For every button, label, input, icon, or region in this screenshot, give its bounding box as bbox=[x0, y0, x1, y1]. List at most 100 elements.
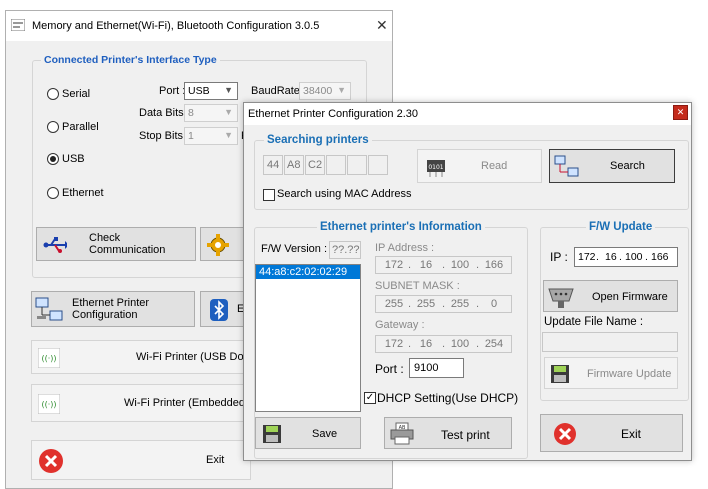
update-file-name-field[interactable] bbox=[542, 332, 678, 352]
databits-select[interactable]: 8 ▼ bbox=[184, 104, 238, 122]
gateway-label: Gateway : bbox=[375, 319, 425, 331]
network-search-icon bbox=[554, 154, 580, 183]
info-group-title: Ethernet printer's Information bbox=[317, 221, 485, 233]
printer-icon: AB bbox=[390, 422, 414, 449]
dhcp-label: DHCP Setting(Use DHCP) bbox=[377, 391, 519, 405]
chevron-down-icon: ▼ bbox=[224, 107, 233, 117]
open-firmware-label: Open Firmware bbox=[592, 291, 668, 303]
open-firmware-button[interactable]: Open Firmware bbox=[543, 280, 678, 312]
port-value: USB bbox=[188, 85, 210, 97]
ethernet-config-dialog: Ethernet Printer Configuration 2.30 ✕ Se… bbox=[243, 102, 692, 461]
fw-ip-field[interactable]: 172. 16. 100. 166 bbox=[574, 247, 678, 267]
ethernet-printer-config-label: Ethernet Printer Configuration bbox=[72, 297, 150, 321]
settings-button[interactable] bbox=[200, 227, 248, 261]
usb-icon bbox=[43, 235, 69, 258]
subnet-mask-label: SUBNET MASK : bbox=[375, 280, 460, 292]
list-item[interactable]: 44:a8:c2:02:02:29 bbox=[256, 265, 360, 279]
fw-update-title: F/W Update bbox=[586, 221, 656, 233]
baudrate-select[interactable]: 38400 ▼ bbox=[299, 82, 351, 100]
port-label: Port : bbox=[375, 362, 404, 376]
main-window-title: Memory and Ethernet(Wi-Fi), Bluetooth Co… bbox=[32, 20, 320, 32]
wifi-icon: ((·)) bbox=[37, 347, 61, 371]
dhcp-checkbox[interactable]: ✓ bbox=[364, 392, 376, 404]
printer-list[interactable]: 44:a8:c2:02:02:29 bbox=[255, 264, 361, 412]
wifi-usb-dongle-button[interactable]: ((·)) Wi-Fi Printer (USB Dongle) Co bbox=[31, 340, 285, 374]
bluetooth-button[interactable]: E bbox=[200, 291, 248, 327]
dialog-titlebar: Ethernet Printer Configuration 2.30 ✕ bbox=[244, 103, 691, 125]
check-communication-label: Check Communication bbox=[89, 232, 166, 256]
main-close-icon[interactable]: ✕ bbox=[376, 17, 388, 34]
main-exit-label: Exit bbox=[206, 454, 225, 466]
databits-value: 8 bbox=[188, 107, 194, 119]
gateway-field[interactable]: 172. 16. 100. 254 bbox=[375, 335, 512, 353]
search-label: Search bbox=[610, 160, 645, 172]
wifi-embedded-button[interactable]: ((·)) Wi-Fi Printer (Embedded Module bbox=[31, 384, 284, 422]
radio-usb-label: USB bbox=[62, 153, 85, 165]
interface-group-title: Connected Printer's Interface Type bbox=[41, 54, 220, 66]
firmware-update-button[interactable]: Firmware Update bbox=[544, 357, 678, 389]
dialog-close-button[interactable]: ✕ bbox=[673, 105, 688, 120]
ethernet-printer-config-button[interactable]: Ethernet Printer Configuration bbox=[31, 291, 195, 327]
svg-text:((·)): ((·)) bbox=[41, 400, 56, 409]
mac-cell-4[interactable] bbox=[326, 155, 346, 175]
exit-x-icon bbox=[38, 448, 64, 477]
mac-cell-2[interactable]: A8 bbox=[284, 155, 304, 175]
main-exit-button[interactable]: Exit bbox=[31, 440, 251, 480]
main-titlebar: Memory and Ethernet(Wi-Fi), Bluetooth Co… bbox=[6, 11, 392, 41]
fw-version-field: ??.?? bbox=[329, 241, 361, 259]
ip-address-field[interactable]: 172. 16. 100. 166 bbox=[375, 256, 512, 274]
baudrate-label: BaudRate : bbox=[251, 85, 307, 97]
app-icon bbox=[10, 18, 26, 32]
network-computers-icon bbox=[35, 297, 63, 326]
dialog-title: Ethernet Printer Configuration 2.30 bbox=[248, 108, 418, 120]
chevron-down-icon: ▼ bbox=[337, 85, 346, 95]
stopbits-value: 1 bbox=[188, 130, 194, 142]
fw-version-label: F/W Version : bbox=[261, 243, 328, 255]
close-icon: ✕ bbox=[676, 107, 685, 117]
chevron-down-icon: ▼ bbox=[224, 85, 233, 95]
read-label: Read bbox=[481, 160, 508, 172]
search-button[interactable]: Search bbox=[549, 149, 675, 183]
port-select[interactable]: USB ▼ bbox=[184, 82, 238, 100]
firmware-update-label: Firmware Update bbox=[587, 368, 672, 380]
radio-serial-label: Serial bbox=[62, 88, 91, 100]
radio-parallel[interactable] bbox=[47, 121, 59, 133]
mac-search-label: Search using MAC Address bbox=[277, 188, 412, 200]
chevron-down-icon: ▼ bbox=[224, 130, 233, 140]
radio-ethernet[interactable] bbox=[47, 187, 59, 199]
dialog-exit-label: Exit bbox=[621, 427, 642, 441]
mac-cell-5[interactable] bbox=[347, 155, 367, 175]
subnet-mask-field[interactable]: 255. 255. 255. 0 bbox=[375, 295, 512, 313]
bluetooth-icon bbox=[209, 298, 229, 325]
radio-parallel-label: Parallel bbox=[62, 121, 99, 133]
check-communication-button[interactable]: Check Communication bbox=[36, 227, 196, 261]
save-button[interactable]: Save bbox=[255, 417, 361, 449]
chip-icon: 0101 bbox=[422, 155, 450, 182]
test-print-button[interactable]: AB Test print bbox=[384, 417, 512, 449]
radio-serial[interactable] bbox=[47, 88, 59, 100]
test-print-label: Test print bbox=[441, 428, 490, 442]
databits-label: Data Bits : bbox=[139, 107, 190, 119]
mac-search-checkbox[interactable] bbox=[263, 189, 275, 201]
floppy-disk-icon bbox=[551, 365, 569, 386]
ip-address-label: IP Address : bbox=[375, 242, 435, 254]
port-label: Port : bbox=[159, 85, 186, 97]
port-field[interactable]: 9100 bbox=[409, 358, 464, 378]
save-label: Save bbox=[312, 428, 338, 440]
floppy-disk-icon bbox=[263, 425, 281, 446]
stopbits-label: Stop Bits : bbox=[139, 130, 190, 142]
gear-icon bbox=[207, 234, 229, 259]
baudrate-value: 38400 bbox=[303, 85, 333, 97]
read-button[interactable]: 0101 Read bbox=[417, 149, 542, 183]
mac-cell-3[interactable]: C2 bbox=[305, 155, 325, 175]
wifi-icon: ((·)) bbox=[37, 393, 61, 417]
radio-usb[interactable] bbox=[47, 153, 59, 165]
mac-cell-1[interactable]: 44 bbox=[263, 155, 283, 175]
dialog-exit-button[interactable]: Exit bbox=[540, 414, 683, 452]
mac-cell-6[interactable] bbox=[368, 155, 388, 175]
radio-ethernet-label: Ethernet bbox=[62, 187, 104, 199]
exit-x-icon bbox=[553, 422, 577, 449]
fw-ip-label: IP : bbox=[550, 250, 568, 264]
svg-text:0101: 0101 bbox=[428, 164, 443, 171]
stopbits-select[interactable]: 1 ▼ bbox=[184, 127, 238, 145]
